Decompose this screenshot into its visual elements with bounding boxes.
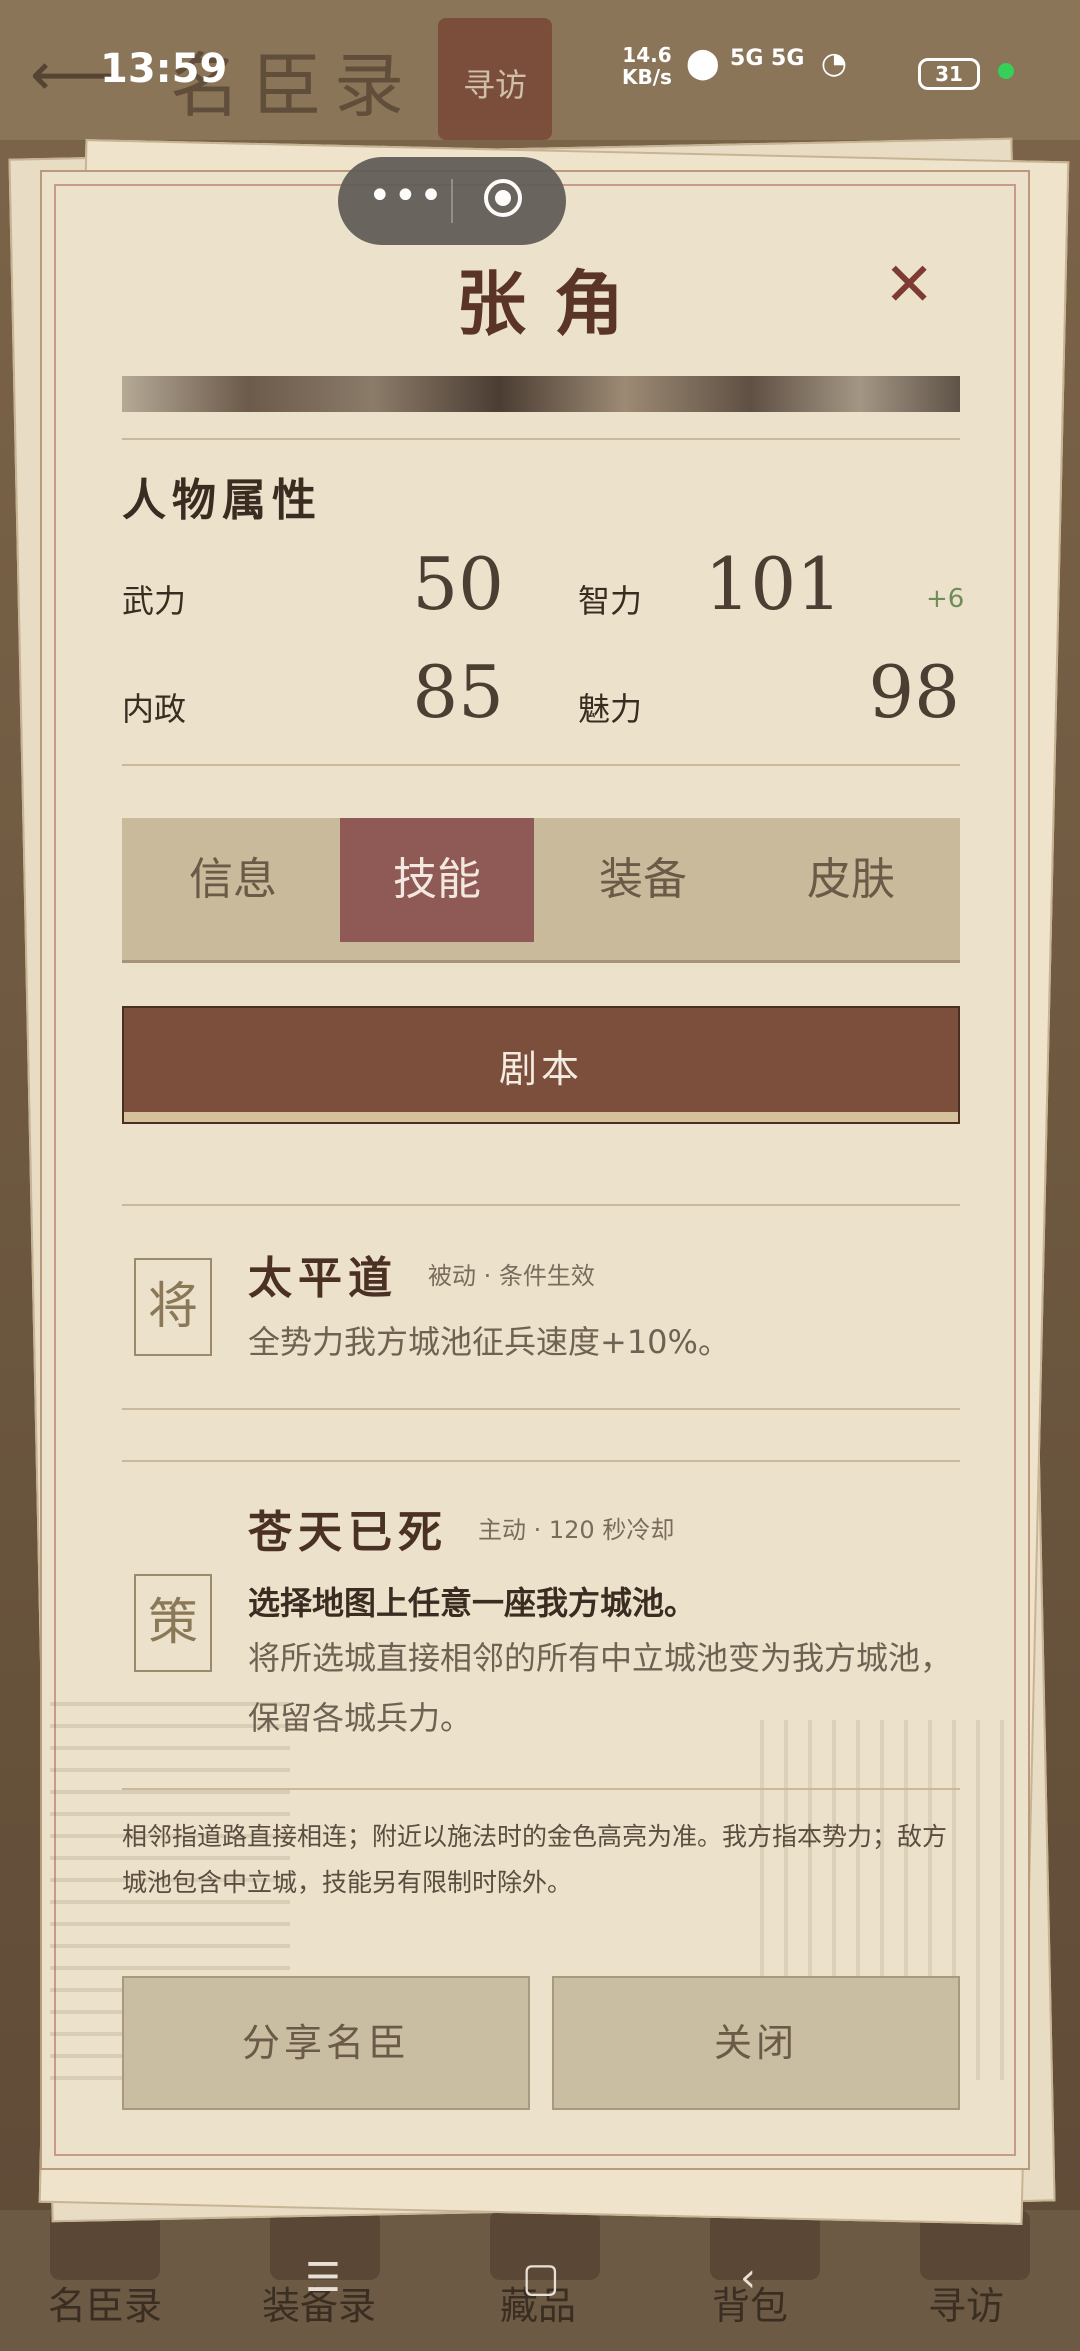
divider (122, 1408, 960, 1410)
attr-label-meili: 魅力 (578, 690, 643, 728)
divider (122, 438, 960, 440)
attr-value-meili: 98 (868, 650, 960, 734)
hero-portrait-banner (122, 376, 960, 412)
attr-label-wuli: 武力 (122, 582, 187, 620)
tab-skins[interactable]: 皮肤 (754, 818, 948, 942)
nav-item-xunfang: 寻访 (928, 2284, 1005, 2328)
privacy-dot-icon (998, 63, 1014, 79)
battery-icon: 31 (918, 58, 980, 90)
net-speed: 14.6 KB/s (622, 43, 672, 89)
more-icon[interactable]: ••• (368, 173, 445, 219)
detail-tabs: 信息 技能 装备 皮肤 (122, 818, 960, 963)
status-time: 13:59 (100, 46, 228, 92)
tab-info[interactable]: 信息 (136, 818, 330, 942)
close-button[interactable]: 关闭 (552, 1976, 960, 2110)
skill-badge-ce: 策 (134, 1574, 212, 1672)
status-bar: 13:59 14.6 KB/s ⬤ 5G 5G ◔ 31 (0, 0, 1080, 140)
exit-miniprogram-icon[interactable] (484, 179, 522, 217)
tab-skills[interactable]: 技能 (340, 818, 534, 942)
divider (122, 1204, 960, 1206)
divider (122, 1460, 960, 1462)
wifi-icon: ◔ (820, 46, 848, 81)
attr-label-neizheng: 内政 (122, 690, 187, 728)
skill-rules-note: 相邻指道路直接相连；附近以施法时的金色高亮为准。我方指本势力；敌方城池包含中立城… (122, 1822, 948, 1897)
system-back-icon[interactable]: ‹ (740, 2255, 756, 2301)
attr-bonus-zhili: +6 (926, 584, 965, 614)
system-home-icon[interactable]: ▢ (522, 2255, 560, 2301)
miniprogram-capsule: ••• (338, 157, 566, 245)
share-hero-button[interactable]: 分享名臣 (122, 1976, 530, 2110)
skill-name: 太平道 (248, 1253, 398, 1304)
nav-icon-beibao (710, 2210, 820, 2280)
capsule-divider (451, 179, 453, 223)
attr-label-zhili: 智力 (578, 582, 643, 620)
attributes-title: 人物属性 (122, 475, 322, 526)
skill-badge-jiang: 将 (134, 1258, 212, 1356)
attr-value-wuli: 50 (412, 542, 504, 626)
skill-description-bold: 选择地图上任意一座我方城池。 (248, 1584, 697, 1622)
skill-description: 全势力我方城池征兵速度+10%。 (248, 1323, 730, 1361)
close-icon[interactable]: ✕ (884, 250, 934, 320)
skill-description: 将所选城直接相邻的所有中立城池变为我方城池，保留各城兵力。 (248, 1639, 953, 1737)
skill-name: 苍天已死 (248, 1507, 448, 1558)
script-button[interactable]: 剧本 (122, 1006, 960, 1124)
tab-equipment[interactable]: 装备 (546, 818, 740, 942)
divider (122, 1788, 960, 1790)
location-icon: ⬤ (686, 46, 720, 81)
skill-tag: 被动 · 条件生效 (428, 1262, 595, 1290)
attr-value-neizheng: 85 (412, 650, 504, 734)
script-button-label: 剧本 (498, 1047, 583, 1091)
signal-icons: ⬤ 5G 5G ◔ (686, 46, 847, 81)
system-menu-icon[interactable]: ☰ (305, 2255, 341, 2301)
skill-tag: 主动 · 120 秒冷却 (478, 1516, 675, 1544)
attr-value-zhili: 101 (704, 542, 842, 626)
nav-item-mingchen: 名臣录 (48, 2284, 163, 2328)
divider (122, 764, 960, 766)
signal-label: 5G 5G (730, 46, 805, 71)
